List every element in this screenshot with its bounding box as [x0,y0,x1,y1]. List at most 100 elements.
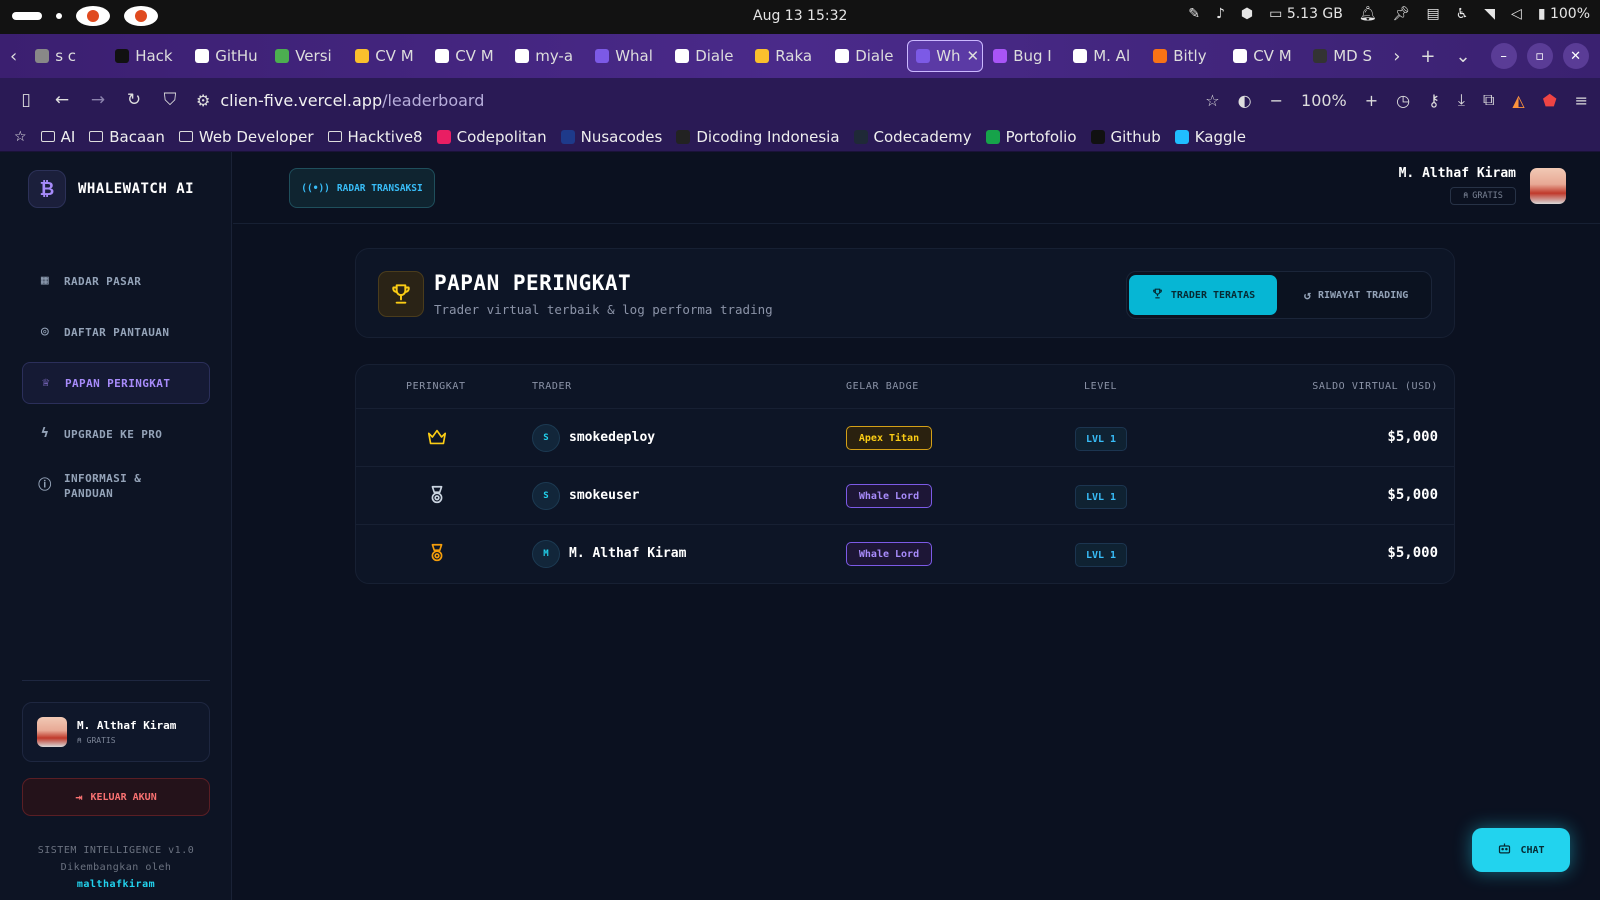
tab-list-dropdown-icon[interactable]: ⌄ [1446,46,1481,67]
forward-icon[interactable]: → [80,90,116,110]
zoom-out-icon[interactable]: − [1270,91,1283,110]
pen-icon[interactable]: ✎ [1188,6,1200,22]
address-bar[interactable]: ⚙ clien-five.vercel.app/leaderboard [196,78,484,122]
bookmark-item[interactable]: Nusacodes [560,128,662,146]
wifi-icon[interactable]: ◥ [1484,6,1495,22]
table-row[interactable]: M M. Althaf Kiram Whale Lord LVL 1 $5,00… [356,525,1454,583]
browser-tab[interactable]: Diale [667,40,745,72]
site-settings-icon[interactable]: ⚙ [196,91,210,110]
folder-icon [327,131,342,142]
download-icon[interactable]: ⤓ [1458,90,1465,110]
bookmark-star-icon[interactable]: ☆ [1205,91,1219,110]
browser-tab[interactable]: GitHu [187,40,265,72]
bookmark-item[interactable]: Codecademy [853,128,972,146]
memory-indicator[interactable]: ▭ 5.13 GB [1269,6,1343,22]
avatar[interactable] [1530,167,1566,204]
close-window-icon[interactable]: ✕ [1562,43,1589,69]
column-level[interactable]: LEVEL [1084,381,1117,392]
bookmark-item[interactable]: Web Developer [178,128,314,146]
minimize-icon[interactable]: – [1490,43,1517,69]
browser-tab[interactable]: M. Al [1065,40,1143,72]
volume-muted-icon[interactable]: ◁ [1511,6,1522,22]
cube-icon[interactable]: ⬢ [1241,6,1253,22]
table-row[interactable]: S smokedeploy Apex Titan LVL 1 $5,000 [356,409,1454,467]
maximize-icon[interactable]: ▫ [1526,43,1553,69]
clipboard-icon[interactable]: ▤ [1426,6,1439,22]
bookmark-item[interactable]: Kaggle [1174,128,1246,146]
close-tab-icon[interactable]: ✕ [967,47,980,65]
sidebar-item-daftar-pantauan[interactable]: ◎ DAFTAR PANTAUAN [22,311,210,353]
chat-button[interactable]: CHAT [1472,828,1570,872]
sidebar-toggle-icon[interactable]: ▯ [8,90,44,110]
bookmark-item[interactable]: Github [1090,128,1161,146]
browser-tab[interactable]: Versi [267,40,345,72]
column-saldo-virtual[interactable]: SALDO VIRTUAL (USD) [1312,381,1438,392]
bookmark-item[interactable]: Dicoding Indonesia [676,128,840,146]
sidebar-item-informasi-panduan[interactable]: ⓘ INFORMASI & PANDUAN [22,464,210,508]
favicon-icon [1313,49,1328,63]
column-trader[interactable]: TRADER [532,381,572,392]
column-gelar-badge[interactable]: GELAR BADGE [846,381,919,392]
extensions-icon[interactable]: ⧉ [1483,90,1494,110]
accessibility-icon[interactable]: ♿︎ [1456,6,1469,22]
browser-tab[interactable]: CV M [347,40,425,72]
app-topbar: ((•)) RADAR TRANSAKSI M. Althaf Kiram ⍝ G… [233,152,1600,224]
history-icon[interactable]: ◷ [1396,91,1410,110]
tab-scroll-right-icon[interactable]: › [1383,46,1410,67]
bell-icon[interactable]: 🔔︎ [1359,6,1377,22]
column-peringkat[interactable]: PERINGKAT [406,381,466,392]
browser-tab[interactable]: my-a [507,40,585,72]
browser-tab[interactable]: Bitly [1145,40,1223,72]
browser-tab[interactable]: MD S [1305,40,1383,72]
back-icon[interactable]: ← [44,90,80,110]
browser-tab[interactable]: Bug I [985,40,1063,72]
sidebar-item-upgrade-ke-pro[interactable]: ϟ UPGRADE KE PRO [22,413,210,455]
topbar-user[interactable]: M. Althaf Kiram ⍝ GRATIS [1399,166,1566,205]
brand[interactable]: ₿ WHALEWATCH AI [28,170,194,208]
tab-riwayat-trading[interactable]: ↺ RIWAYAT TRADING [1283,275,1429,315]
activities-indicator[interactable] [12,12,42,20]
bookmark-item[interactable]: Hacktive8 [327,128,423,146]
ublock-icon[interactable]: ⬟ [1543,91,1557,110]
developer-link[interactable]: malthafkiram [0,876,232,893]
bookmark-item[interactable]: Bacaan [89,128,165,146]
bookmark-item[interactable]: AI [40,128,75,146]
radar-transaksi-button[interactable]: ((•)) RADAR TRANSAKSI [289,168,435,208]
bookmarks-star-icon[interactable]: ☆ [14,129,27,145]
sidebar-item-radar-pasar[interactable]: ▦ RADAR PASAR [22,260,210,302]
battery-indicator[interactable]: ▮ 100% [1538,6,1590,22]
new-tab-icon[interactable]: + [1410,46,1445,67]
key-icon[interactable]: ⚷ [1428,91,1440,110]
browser-tab[interactable]: Diale [827,40,905,72]
reload-icon[interactable]: ↻ [116,90,152,110]
zoom-in-icon[interactable]: + [1365,91,1378,110]
zoom-level[interactable]: 100% [1301,91,1347,110]
tab-trader-teratas[interactable]: TRADER TERATAS [1129,275,1277,315]
battery-icon: ▮ [1537,6,1550,22]
browser-tab[interactable]: Whal [587,40,665,72]
browser-tab[interactable]: s c [27,40,105,72]
bookmark-item[interactable]: Portofolio [985,128,1077,146]
os-clock[interactable]: Aug 13 15:32 [753,8,847,24]
level-badge: LVL 1 [1075,543,1127,567]
browser-tab[interactable]: CV M [1225,40,1303,72]
sidebar-nav: ▦ RADAR PASAR ◎ DAFTAR PANTAUAN ♕ PAPAN PERIN… [22,260,210,517]
bookmark-item[interactable]: Codepolitan [436,128,547,146]
menu-icon[interactable]: ≡ [1575,91,1588,110]
tab-scroll-left-icon[interactable]: ‹ [0,46,27,67]
saldo-virtual: $5,000 [1387,487,1438,503]
browser-tab[interactable]: Wh ✕ [907,40,984,72]
shield-icon[interactable]: ⛉ [152,90,188,110]
browser-tab[interactable]: Hack [107,40,185,72]
sidebar-item-papan-peringkat[interactable]: ♕ PAPAN PERINGKAT [22,362,210,404]
extension-icon[interactable]: ◐ [1238,91,1252,110]
browser-tab[interactable]: Raka [747,40,825,72]
pin-icon[interactable]: 📌︎ [1393,6,1411,22]
audio-icon[interactable]: ♪ [1216,6,1225,22]
fox-icon[interactable]: ◭ [1512,91,1524,110]
level-badge: LVL 1 [1075,485,1127,509]
sidebar-user-card[interactable]: M. Althaf Kiram ⍝ GRATIS [22,702,210,762]
table-row[interactable]: S smokeuser Whale Lord LVL 1 $5,000 [356,467,1454,525]
logout-button[interactable]: ⇥ KELUAR AKUN [22,778,210,816]
browser-tab[interactable]: CV M [427,40,505,72]
